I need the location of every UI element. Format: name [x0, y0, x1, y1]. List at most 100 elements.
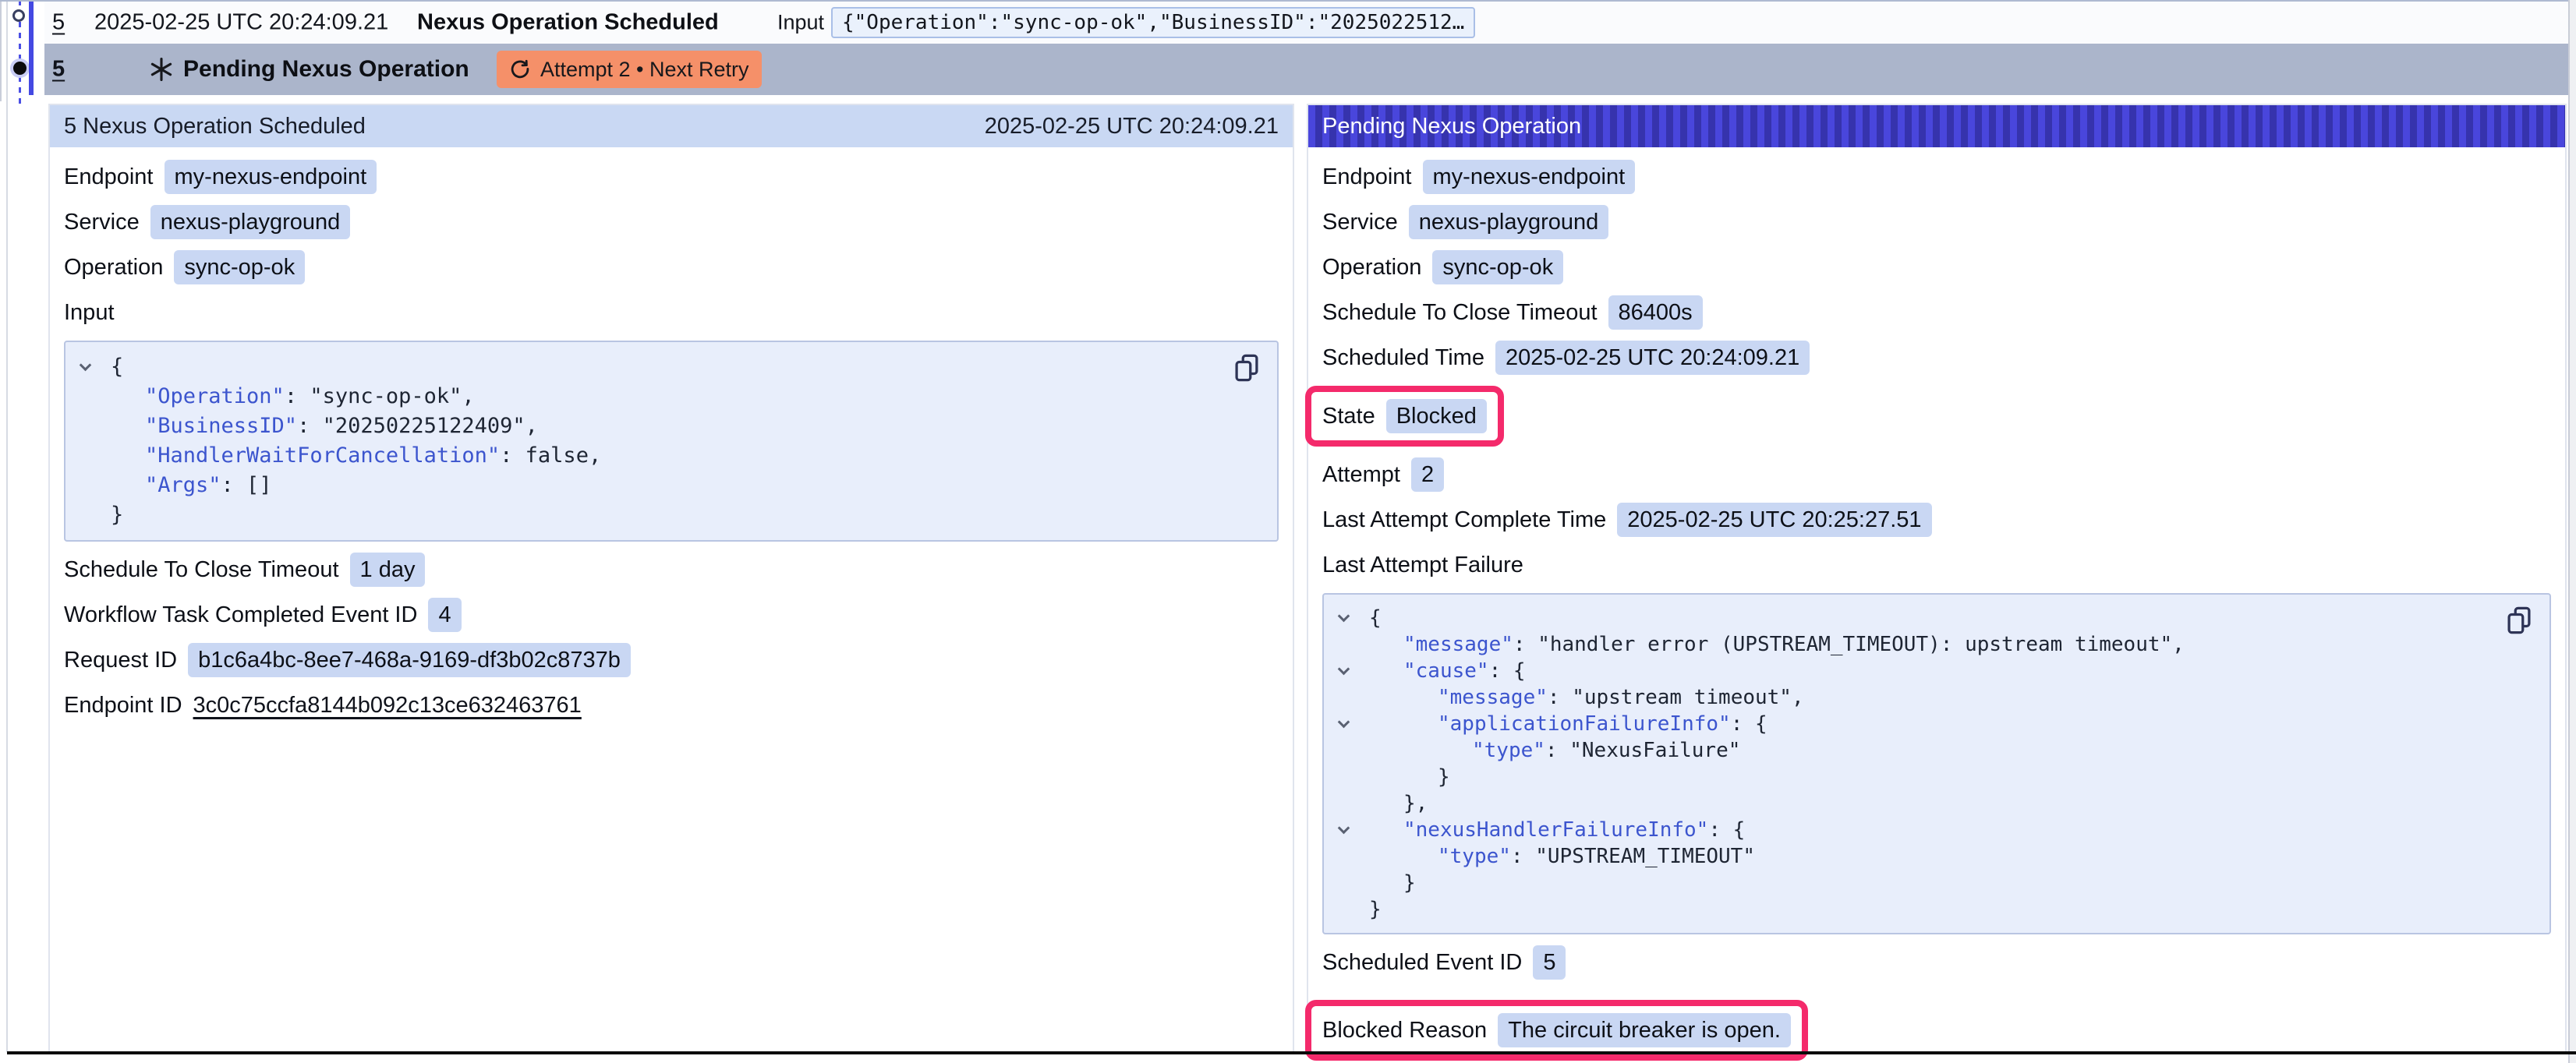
- code-line: "HandlerWaitForCancellation": false,: [65, 441, 1223, 471]
- event-input-label: Input: [777, 11, 824, 35]
- field-row-endpoint-id: Endpoint ID 3c0c75ccfa8144b092c13ce632463…: [64, 688, 582, 722]
- pending-panel-title: Pending Nexus Operation: [1322, 114, 1581, 139]
- input-code-lines: {"Operation": "sync-op-ok","BusinessID":…: [65, 352, 1223, 530]
- field-row-attempt: Attempt2: [1322, 457, 1444, 492]
- field-value-chip: 1 day: [350, 553, 426, 587]
- field-label: Last Attempt Complete Time: [1322, 507, 1606, 533]
- field-row-state: State Blocked: [1322, 399, 1487, 433]
- event-input-preview-chip: {"Operation":"sync-op-ok","BusinessID":"…: [831, 7, 1475, 38]
- field-value-chip: sync-op-ok: [174, 250, 305, 284]
- field-value-chip: nexus-playground: [150, 205, 351, 239]
- code-text: {: [65, 352, 123, 382]
- code-text: "message": "handler error (UPSTREAM_TIME…: [1324, 631, 2185, 658]
- field-row-scheduled-event-id: Scheduled Event ID 5: [1322, 945, 1566, 980]
- code-text: "type": "UPSTREAM_TIMEOUT": [1324, 843, 1755, 870]
- field-label: Schedule To Close Timeout: [1322, 300, 1598, 326]
- field-row-endpoint: Endpoint my-nexus-endpoint: [64, 160, 377, 194]
- code-text: "Args": []: [65, 471, 272, 500]
- field-label: Endpoint: [1322, 164, 1412, 190]
- field-label: Attempt: [1322, 462, 1400, 488]
- code-text: "message": "upstream timeout",: [1324, 684, 1804, 711]
- top-border: [0, 0, 2568, 2]
- code-text: }: [65, 500, 123, 530]
- field-row-service: Service nexus-playground: [64, 205, 350, 239]
- pending-operation-row[interactable]: 5 Pending Nexus Operation Attempt 2 • Ne…: [44, 44, 2568, 95]
- pending-fields-bottom: Scheduled Event ID 5 Blocked ReasonThe cir…: [1322, 945, 1808, 1061]
- code-text: }: [1324, 764, 1450, 790]
- code-text: "HandlerWaitForCancellation": false,: [65, 441, 601, 471]
- code-line: }: [1324, 870, 2495, 896]
- timeline-filled-circle-icon: [13, 62, 27, 75]
- pending-operation-panel: Pending Nexus Operation Endpoint my-nexus…: [1307, 104, 2567, 1054]
- field-value-chip: 2025-02-25 UTC 20:25:27.51: [1617, 503, 1931, 537]
- field-value-chip: Blocked: [1386, 399, 1487, 433]
- field-value-chip: 2025-02-25 UTC 20:24:09.21: [1495, 341, 1810, 375]
- field-row-blocked-reason: Blocked ReasonThe circuit breaker is ope…: [1322, 1013, 1791, 1047]
- code-text: "nexusHandlerFailureInfo": {: [1324, 817, 1745, 843]
- code-line: "nexusHandlerFailureInfo": {: [1324, 817, 2495, 843]
- code-line: {: [1324, 605, 2495, 631]
- attempt-retry-badge-label: Attempt 2 • Next Retry: [540, 58, 749, 82]
- pending-fields: Endpoint my-nexus-endpoint Servicenexus-pl…: [1322, 160, 1932, 537]
- event-id-link[interactable]: 5: [52, 57, 65, 83]
- failure-code-lines: {"message": "handler error (UPSTREAM_TIM…: [1324, 605, 2495, 923]
- pending-operation-title: Pending Nexus Operation: [183, 56, 469, 83]
- code-line: "Operation": "sync-op-ok",: [65, 382, 1223, 411]
- field-label: Endpoint ID: [64, 693, 182, 719]
- field-label: Operation: [1322, 255, 1421, 281]
- failure-section-label: Last Attempt Failure: [1322, 548, 1523, 582]
- field-label: Schedule To Close Timeout: [64, 557, 339, 583]
- field-row-service: Servicenexus-playground: [1322, 205, 1608, 239]
- code-line: "Args": []: [65, 471, 1223, 500]
- code-text: "type": "NexusFailure": [1324, 737, 1740, 764]
- code-line: "BusinessID": "20250225122409",: [65, 411, 1223, 441]
- field-row-endpoint: Endpoint my-nexus-endpoint: [1322, 160, 1635, 194]
- code-text: }: [1324, 870, 1416, 896]
- field-row-schedule-to-close-timeout: Schedule To Close Timeout 1 day: [64, 553, 425, 587]
- field-label: State: [1322, 404, 1375, 429]
- field-row-schedule-to-close-timeout: Schedule To Close Timeout86400s: [1322, 295, 1703, 330]
- field-label: Endpoint: [64, 164, 154, 190]
- field-value-chip: 5: [1533, 945, 1566, 980]
- pending-panel-header: Pending Nexus Operation: [1308, 105, 2565, 147]
- field-value-chip: my-nexus-endpoint: [1423, 160, 1636, 194]
- event-title: Nexus Operation Scheduled: [417, 10, 719, 36]
- field-value-chip: The circuit breaker is open.: [1498, 1013, 1791, 1047]
- code-text: {: [1324, 605, 1382, 631]
- field-value-link[interactable]: 3c0c75ccfa8144b092c13ce632463761: [193, 693, 582, 719]
- code-line: {: [65, 352, 1223, 382]
- input-section-label: Input: [64, 295, 115, 330]
- event-time: 2025-02-25 UTC 20:24:09.21: [94, 10, 388, 36]
- field-label: Scheduled Event ID: [1322, 950, 1522, 976]
- field-label: Service: [1322, 210, 1398, 235]
- field-label: Workflow Task Completed Event ID: [64, 602, 417, 628]
- event-id-link[interactable]: 5: [52, 10, 65, 36]
- field-row-workflow-task-completed-event-id: Workflow Task Completed Event ID4: [64, 598, 462, 632]
- code-text: },: [1324, 790, 1428, 817]
- code-line: },: [1324, 790, 2495, 817]
- selected-event-accent-bar: [29, 2, 34, 95]
- field-label: Service: [64, 210, 140, 235]
- code-line: "cause": {: [1324, 658, 2495, 684]
- attempt-retry-badge: Attempt 2 • Next Retry: [497, 51, 762, 88]
- copy-icon[interactable]: [1232, 353, 1261, 384]
- code-line: "message": "upstream timeout",: [1324, 684, 2495, 711]
- code-text: "Operation": "sync-op-ok",: [65, 382, 475, 411]
- field-label: Operation: [64, 255, 163, 281]
- failure-code-block: {"message": "handler error (UPSTREAM_TIM…: [1322, 593, 2551, 934]
- field-value-chip: my-nexus-endpoint: [165, 160, 377, 194]
- pending-panel-body: Endpoint my-nexus-endpoint Servicenexus-pl…: [1308, 147, 2565, 1061]
- code-line: }: [1324, 896, 2495, 923]
- field-row-request-id: Request IDb1c6a4bc-8ee7-468a-9169-df3b02…: [64, 643, 631, 677]
- copy-icon[interactable]: [2504, 606, 2534, 637]
- timeline-open-circle-icon: [12, 9, 25, 22]
- scheduled-event-panel: 5 Nexus Operation Scheduled 2025-02-25 U…: [48, 104, 1294, 1054]
- scheduled-panel-title: 5 Nexus Operation Scheduled: [64, 114, 366, 139]
- code-text: "applicationFailureInfo": {: [1324, 711, 1767, 737]
- rail-border: [6, 0, 8, 1052]
- event-timeline-rail: [0, 0, 44, 109]
- field-value-chip: sync-op-ok: [1432, 250, 1563, 284]
- scheduled-fields-bottom: Schedule To Close Timeout 1 day Workflow T…: [64, 553, 631, 722]
- event-row-scheduled[interactable]: 5 2025-02-25 UTC 20:24:09.21 Nexus Opera…: [44, 2, 2568, 44]
- field-value-chip: b1c6a4bc-8ee7-468a-9169-df3b02c8737b: [188, 643, 631, 677]
